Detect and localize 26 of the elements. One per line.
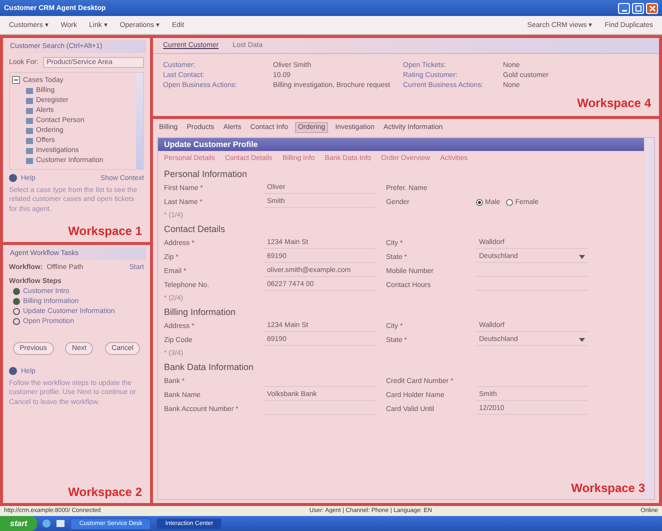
scrollbar[interactable] [136,73,143,169]
expander-icon[interactable] [12,76,20,84]
maximize-button[interactable] [632,2,644,14]
section-title: Personal Information [164,168,248,181]
workspace-label: Workspace 2 [67,484,143,501]
workspace-label: Workspace 4 [576,95,652,112]
section-title: Billing Information [164,306,237,319]
section-title: Bank Data Information [164,361,255,374]
radio-button[interactable] [476,199,483,206]
close-button[interactable] [646,2,658,14]
workspace-label: Workspace 1 [67,223,143,240]
desktop-icon[interactable] [56,519,66,528]
help-icon [9,174,17,182]
workspace-label: Workspace 3 [570,480,646,497]
scrollbar[interactable] [646,138,653,499]
form-title: Update Customer Profile [158,138,644,151]
section-title: Contact Details [164,223,226,236]
radio-button[interactable] [506,199,514,206]
start-button[interactable]: start [0,516,38,531]
caret-icon [579,338,585,342]
browser-icon[interactable] [42,519,52,528]
help-icon [9,367,17,375]
caret-icon [579,254,585,260]
close-icon [648,4,656,12]
minimize-button[interactable] [618,2,630,14]
maximize-icon [634,4,642,12]
